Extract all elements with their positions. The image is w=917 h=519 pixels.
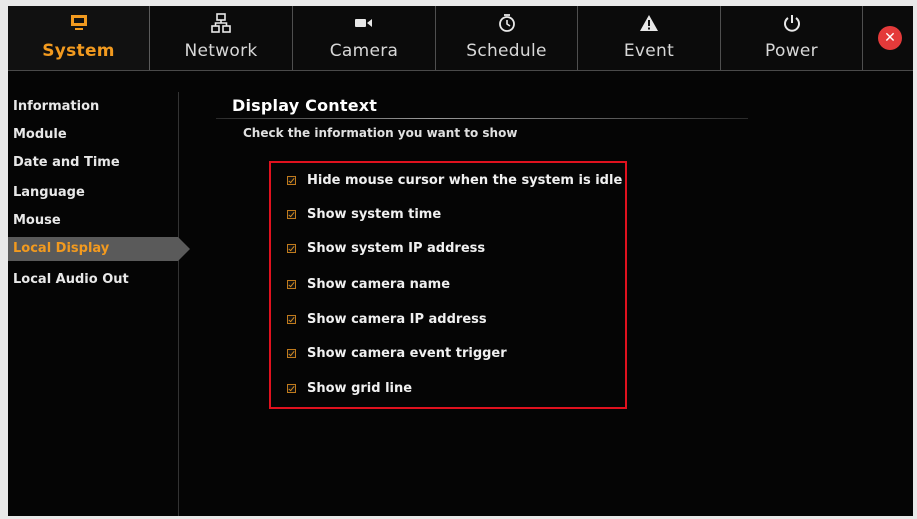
option-hide-mouse-cursor[interactable]: Hide mouse cursor when the system is idl… [287, 170, 622, 190]
tab-label: Event [623, 41, 675, 61]
sidebar-item-mouse[interactable]: Mouse [8, 209, 178, 233]
warning-icon [578, 13, 720, 33]
power-icon [721, 13, 862, 33]
checkbox[interactable] [287, 383, 296, 393]
option-label: Hide mouse cursor when the system is idl… [307, 172, 623, 188]
checkbox[interactable] [287, 314, 296, 324]
option-show-system-time[interactable]: Show system time [287, 204, 441, 224]
sidebar-item-date-and-time[interactable]: Date and Time [8, 151, 178, 175]
option-show-grid-line[interactable]: Show grid line [287, 378, 412, 398]
checkbox[interactable] [287, 243, 296, 253]
top-nav: System Network Camera Schedule Event Pow… [8, 6, 913, 71]
checkbox[interactable] [287, 209, 296, 219]
option-label: Show camera IP address [307, 311, 487, 327]
tab-label: System [42, 41, 115, 61]
sidebar-item-local-display[interactable]: Local Display [8, 237, 190, 261]
option-label: Show system time [307, 206, 442, 222]
sidebar: Information Module Date and Time Languag… [8, 92, 190, 516]
tab-label: Power [765, 41, 818, 61]
monitor-icon [8, 13, 149, 33]
tab-event[interactable]: Event [578, 6, 721, 70]
option-show-camera-ip[interactable]: Show camera IP address [287, 309, 487, 329]
checkbox[interactable] [287, 175, 296, 185]
option-label: Show camera name [307, 276, 451, 292]
tab-label: Camera [329, 41, 399, 61]
option-show-camera-event-trigger[interactable]: Show camera event trigger [287, 343, 507, 363]
camera-icon [293, 13, 435, 33]
tab-network[interactable]: Network [150, 6, 293, 70]
checkbox[interactable] [287, 279, 296, 289]
option-label: Show system IP address [307, 240, 486, 256]
checkbox[interactable] [287, 348, 296, 358]
close-icon[interactable]: ✕ [878, 26, 902, 50]
sidebar-item-language[interactable]: Language [8, 181, 178, 205]
clock-icon [436, 13, 577, 33]
option-label: Show grid line [307, 380, 413, 396]
sidebar-item-information[interactable]: Information [8, 95, 178, 119]
tab-schedule[interactable]: Schedule [436, 6, 578, 70]
tab-label: Schedule [466, 41, 547, 61]
option-show-system-ip[interactable]: Show system IP address [287, 238, 485, 258]
option-label: Show camera event trigger [307, 345, 507, 361]
sidebar-item-local-audio-out[interactable]: Local Audio Out [8, 268, 178, 292]
section-title: Display Context [232, 96, 378, 115]
option-show-camera-name[interactable]: Show camera name [287, 274, 450, 294]
title-divider [216, 118, 748, 119]
network-icon [150, 13, 292, 33]
tab-system[interactable]: System [8, 6, 150, 70]
tab-camera[interactable]: Camera [293, 6, 436, 70]
tab-power[interactable]: Power [721, 6, 863, 70]
tab-label: Network [184, 41, 258, 61]
section-subtitle: Check the information you want to show [243, 126, 518, 140]
app-window: System Network Camera Schedule Event Pow… [8, 6, 913, 516]
sidebar-item-module[interactable]: Module [8, 123, 178, 147]
